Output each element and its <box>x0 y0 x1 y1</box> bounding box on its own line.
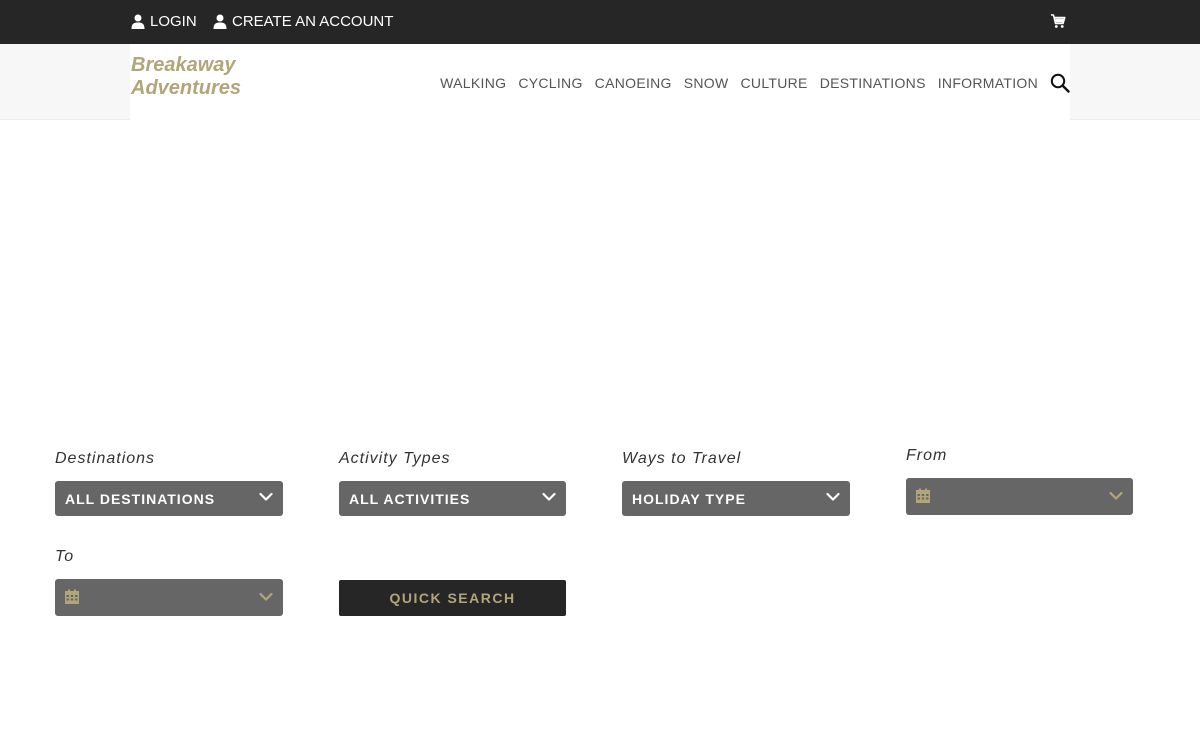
user-icon <box>131 14 145 29</box>
nav-information[interactable]: INFORMATION <box>932 75 1044 91</box>
calendar-icon <box>65 589 79 604</box>
nav-destinations[interactable]: DESTINATIONS <box>814 75 932 91</box>
activity-types-label: Activity Types <box>339 450 451 467</box>
chevron-down-icon <box>826 492 840 501</box>
create-account-label: CREATE AN ACCOUNT <box>232 12 394 30</box>
chevron-down-icon <box>1109 491 1123 500</box>
quick-search-button[interactable]: QUICK SEARCH <box>339 580 566 616</box>
site-logo[interactable]: Breakaway Adventures <box>131 54 241 100</box>
chevron-down-icon <box>542 492 556 501</box>
ways-to-travel-label: Ways to Travel <box>622 450 742 467</box>
destinations-label: Destinations <box>55 450 156 467</box>
logo-line-1: Breakaway <box>131 54 236 76</box>
cart-icon[interactable] <box>1050 13 1066 29</box>
nav-canoeing[interactable]: CANOEING <box>589 75 678 91</box>
site-header: Breakaway Adventures WALKING CYCLING CAN… <box>130 44 1070 120</box>
login-link[interactable]: LOGIN <box>131 12 197 30</box>
destinations-value: ALL DESTINATIONS <box>65 491 216 507</box>
ways-to-travel-value: HOLIDAY TYPE <box>632 491 746 507</box>
top-bar: LOGIN CREATE AN ACCOUNT <box>0 0 1200 44</box>
from-label: From <box>906 447 948 464</box>
logo-line-2: Adventures <box>131 77 242 99</box>
destinations-select[interactable]: ALL DESTINATIONS <box>55 481 283 516</box>
calendar-icon <box>916 488 930 503</box>
activity-types-value: ALL ACTIVITIES <box>349 491 471 507</box>
chevron-down-icon <box>259 592 273 601</box>
to-date-picker[interactable] <box>55 579 283 616</box>
activity-types-select[interactable]: ALL ACTIVITIES <box>339 481 566 516</box>
main-nav: WALKING CYCLING CANOEING SNOW CULTURE DE… <box>434 75 1044 91</box>
search-icon[interactable] <box>1050 73 1070 93</box>
from-date-picker[interactable] <box>906 478 1133 515</box>
user-icon <box>213 14 227 29</box>
chevron-down-icon <box>259 492 273 501</box>
nav-cycling[interactable]: CYCLING <box>512 75 588 91</box>
nav-culture[interactable]: CULTURE <box>735 75 814 91</box>
create-account-link[interactable]: CREATE AN ACCOUNT <box>213 12 393 30</box>
to-label: To <box>55 548 75 565</box>
ways-to-travel-select[interactable]: HOLIDAY TYPE <box>622 481 850 516</box>
nav-snow[interactable]: SNOW <box>678 75 735 91</box>
nav-walking[interactable]: WALKING <box>434 75 512 91</box>
login-label: LOGIN <box>150 12 197 30</box>
